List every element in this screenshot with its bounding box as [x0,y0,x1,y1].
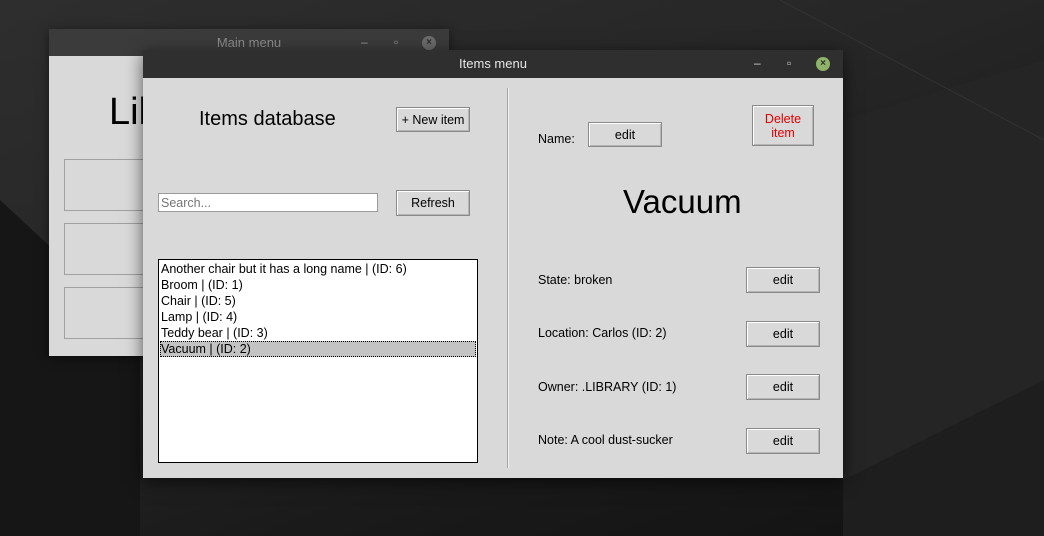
owner-edit-button[interactable]: edit [746,374,820,400]
owner-label: Owner: .LIBRARY (ID: 1) [538,380,677,394]
search-input[interactable] [158,193,378,212]
items-menu-window: Items menu – ▫ × Items database + New it… [143,50,843,478]
list-item[interactable]: Chair | (ID: 5) [160,293,476,309]
location-label: Location: Carlos (ID: 2) [538,326,667,340]
list-item[interactable]: Teddy bear | (ID: 3) [160,325,476,341]
delete-item-button[interactable]: Delete item [752,105,814,146]
items-database-heading: Items database [199,108,336,130]
items-menu-title: Items menu [459,56,527,71]
maximize-icon[interactable]: ▫ [787,50,791,77]
close-icon[interactable]: × [422,36,436,50]
items-menu-titlebar[interactable]: Items menu – ▫ × [143,50,843,78]
name-edit-button[interactable]: edit [588,122,662,147]
new-item-button[interactable]: + New item [396,107,470,132]
location-edit-button[interactable]: edit [746,321,820,347]
panel-divider [507,88,508,468]
refresh-button[interactable]: Refresh [396,190,470,216]
note-edit-button[interactable]: edit [746,428,820,454]
list-item[interactable]: Broom | (ID: 1) [160,277,476,293]
item-name-display: Vacuum [623,183,742,220]
state-label: State: broken [538,273,613,287]
state-edit-button[interactable]: edit [746,267,820,293]
main-menu-title: Main menu [216,35,282,50]
name-label: Name: [538,132,575,146]
list-item-selected[interactable]: Vacuum | (ID: 2) [160,341,476,357]
list-item[interactable]: Another chair but it has a long name | (… [160,261,476,277]
minimize-icon[interactable]: – [754,50,761,77]
close-icon[interactable]: × [816,57,830,71]
items-listbox[interactable]: Another chair but it has a long name | (… [158,259,478,463]
note-label: Note: A cool dust-sucker [538,433,673,447]
list-item[interactable]: Lamp | (ID: 4) [160,309,476,325]
